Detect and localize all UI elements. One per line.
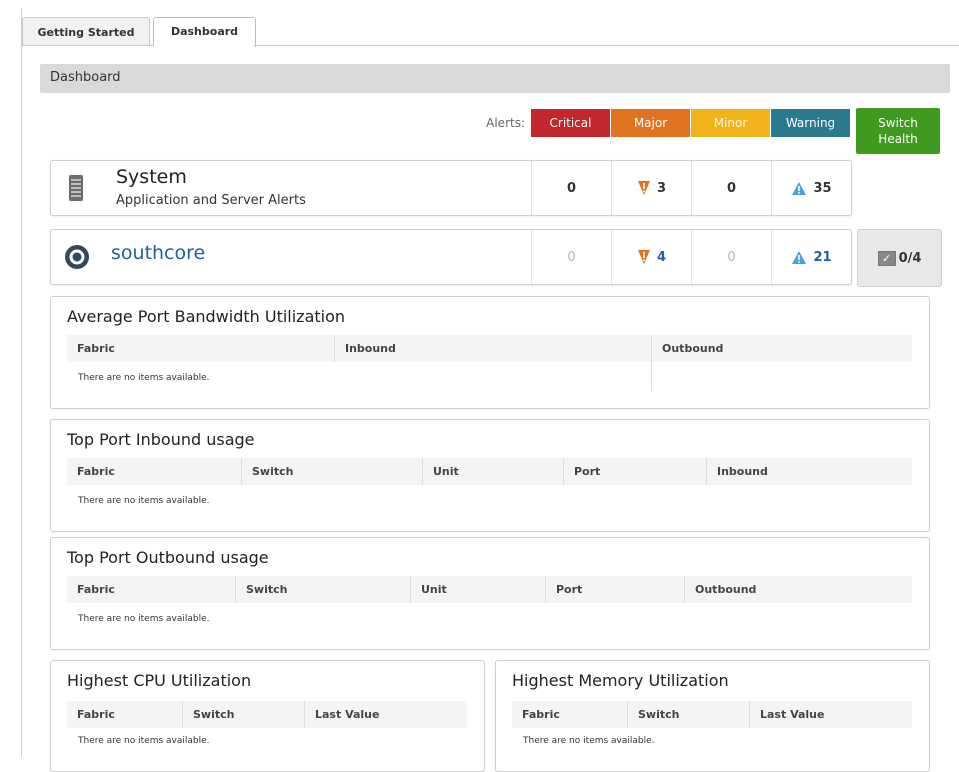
- table-header: Fabric Switch Unit Port Inbound: [67, 458, 912, 485]
- tab-getting-started[interactable]: Getting Started: [22, 17, 150, 46]
- system-alert-row[interactable]: System Application and Server Alerts 0 3…: [50, 160, 852, 216]
- empty-message: There are no items available.: [78, 496, 210, 506]
- column-header[interactable]: Fabric: [67, 335, 334, 362]
- panel-title: Top Port Inbound usage: [67, 430, 255, 449]
- checkbox-icon: ✓: [877, 250, 896, 266]
- section-title: Dashboard: [50, 70, 121, 85]
- bandwidth-panel: Average Port Bandwidth Utilization Fabri…: [50, 296, 930, 409]
- empty-message: There are no items available.: [523, 736, 655, 746]
- empty-message: There are no items available.: [78, 373, 210, 383]
- server-icon: [69, 175, 83, 201]
- southcore-warning-count[interactable]: 21: [771, 230, 851, 284]
- table-header: Fabric Inbound Outbound: [67, 335, 912, 362]
- cpu-panel: Highest CPU Utilization Fabric Switch La…: [50, 660, 485, 772]
- panel-title: Highest CPU Utilization: [67, 671, 252, 690]
- empty-message: There are no items available.: [78, 736, 210, 746]
- southcore-alert-row[interactable]: southcore 0 4 0 21: [50, 229, 852, 285]
- empty-message: There are no items available.: [78, 614, 210, 624]
- system-minor-count[interactable]: 0: [691, 161, 771, 215]
- column-header[interactable]: Fabric: [67, 458, 241, 485]
- alert-header-warning[interactable]: Warning: [771, 109, 850, 137]
- major-alert-icon: [637, 181, 650, 195]
- switch-health-value: 0/4: [898, 250, 922, 266]
- warning-triangle-icon: [792, 181, 807, 195]
- alerts-label: Alerts:: [486, 116, 525, 130]
- section-header: Dashboard: [40, 64, 950, 93]
- alert-header-critical[interactable]: Critical: [531, 109, 610, 137]
- column-header[interactable]: Port: [563, 458, 706, 485]
- southcore-minor-count[interactable]: 0: [691, 230, 771, 284]
- column-divider: [651, 362, 652, 391]
- column-header[interactable]: Unit: [410, 576, 545, 603]
- column-header[interactable]: Fabric: [67, 576, 235, 603]
- column-header[interactable]: Inbound: [706, 458, 912, 485]
- switch-health-line2: Health: [878, 132, 918, 146]
- column-header[interactable]: Switch: [182, 701, 304, 728]
- tab-dashboard[interactable]: Dashboard: [153, 17, 256, 47]
- column-header[interactable]: Outbound: [684, 576, 912, 603]
- table-header: Fabric Switch Unit Port Outbound: [67, 576, 912, 603]
- outbound-panel: Top Port Outbound usage Fabric Switch Un…: [50, 537, 930, 650]
- system-major-count[interactable]: 3: [611, 161, 691, 215]
- panel-title: Top Port Outbound usage: [67, 548, 269, 567]
- column-header[interactable]: Switch: [241, 458, 422, 485]
- inbound-panel: Top Port Inbound usage Fabric Switch Uni…: [50, 419, 930, 532]
- column-header[interactable]: Switch: [627, 701, 749, 728]
- warning-triangle-icon: [792, 250, 807, 264]
- column-header[interactable]: Last Value: [749, 701, 912, 728]
- system-warning-count[interactable]: 35: [771, 161, 851, 215]
- alert-header-minor[interactable]: Minor: [691, 109, 770, 137]
- table-header: Fabric Switch Last Value: [512, 701, 912, 728]
- switch-health-line1: Switch: [878, 116, 918, 130]
- column-header[interactable]: Switch: [235, 576, 410, 603]
- southcore-switch-health[interactable]: ✓ 0/4: [857, 229, 942, 287]
- column-header[interactable]: Fabric: [512, 701, 627, 728]
- southcore-major-count[interactable]: 4: [611, 230, 691, 284]
- system-subtitle: Application and Server Alerts: [116, 193, 306, 208]
- column-header[interactable]: Outbound: [651, 335, 912, 362]
- system-title: System: [116, 166, 187, 188]
- column-header[interactable]: Fabric: [67, 701, 182, 728]
- switch-health-header[interactable]: Switch Health: [856, 108, 940, 154]
- column-header[interactable]: Unit: [422, 458, 563, 485]
- system-critical-count[interactable]: 0: [531, 161, 611, 215]
- southcore-critical-count[interactable]: 0: [531, 230, 611, 284]
- major-alert-icon: [637, 250, 650, 264]
- column-header[interactable]: Inbound: [334, 335, 651, 362]
- alert-header-major[interactable]: Major: [611, 109, 690, 137]
- southcore-title[interactable]: southcore: [111, 242, 205, 264]
- southcore-icon: [65, 245, 89, 269]
- column-header[interactable]: Last Value: [304, 701, 467, 728]
- panel-title: Highest Memory Utilization: [512, 671, 729, 690]
- table-header: Fabric Switch Last Value: [67, 701, 467, 728]
- tab-divider: [22, 45, 959, 46]
- memory-panel: Highest Memory Utilization Fabric Switch…: [495, 660, 930, 772]
- panel-title: Average Port Bandwidth Utilization: [67, 307, 346, 326]
- column-header[interactable]: Port: [545, 576, 684, 603]
